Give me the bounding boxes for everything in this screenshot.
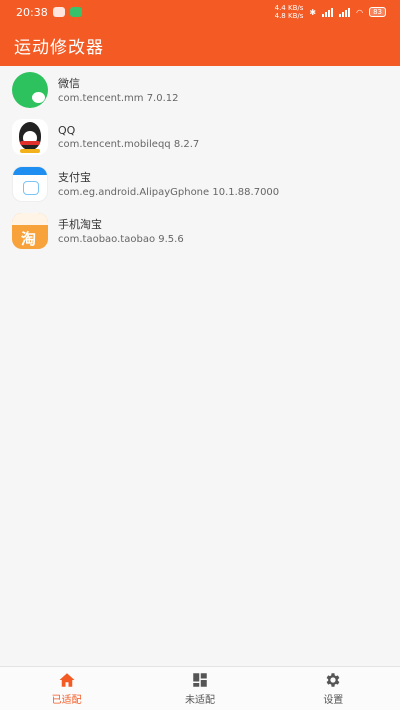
bluetooth-icon: ✱	[309, 7, 317, 17]
taobao-icon: 淘	[12, 212, 48, 249]
tab-settings[interactable]: 设置	[267, 667, 400, 710]
signal-icon-2	[339, 7, 351, 17]
tab-label: 未适配	[184, 695, 215, 706]
network-speed-up: 4.4 KB/s	[274, 4, 304, 12]
tab-label: 已适配	[51, 695, 82, 706]
app-name: 支付宝	[58, 171, 91, 184]
status-bar: 20:38 4.4 KB/s 4.8 KB/s ✱ ◠ 83	[0, 0, 400, 24]
list-item[interactable]: 微信 com.tencent.mm 7.0.12	[0, 66, 400, 113]
signal-icon	[322, 7, 334, 17]
app-package: com.tencent.mobileqq 8.2.7	[58, 138, 200, 150]
app-name: 手机淘宝	[58, 218, 102, 231]
page-title: 运动修改器	[14, 37, 104, 58]
list-item[interactable]: QQ com.tencent.mobileqq 8.2.7	[0, 113, 400, 160]
app-name: 微信	[58, 77, 80, 90]
bottom-nav: 已适配 未适配 设置	[0, 666, 400, 710]
status-time: 20:38	[16, 5, 48, 19]
notification-icon	[52, 7, 65, 17]
alipay-icon	[12, 165, 48, 202]
app-package: com.eg.android.AlipayGphone 10.1.88.7000	[58, 187, 280, 198]
grid-icon	[193, 673, 207, 687]
wechat-icon	[12, 71, 48, 108]
gear-icon	[326, 673, 340, 687]
qq-icon	[12, 118, 48, 155]
list-item[interactable]: 淘 手机淘宝 com.taobao.taobao 9.5.6	[0, 207, 400, 254]
battery-icon: 83	[369, 7, 386, 17]
tab-not-adapted[interactable]: 未适配	[133, 667, 266, 710]
app-package: com.tencent.mm 7.0.12	[58, 93, 179, 104]
network-speed: 4.4 KB/s 4.8 KB/s	[275, 4, 304, 20]
home-icon	[59, 673, 75, 687]
status-right: 4.4 KB/s 4.8 KB/s ✱ ◠ 83	[275, 4, 386, 20]
tab-label: 设置	[323, 695, 344, 706]
app-list: 微信 com.tencent.mm 7.0.12 QQ com.tencent.…	[0, 66, 400, 254]
status-left: 20:38	[16, 6, 82, 19]
network-speed-down: 4.8 KB/s	[274, 12, 304, 20]
wifi-icon: ◠	[356, 7, 364, 17]
app-package: com.taobao.taobao 9.5.6	[58, 234, 184, 245]
app-bar: 运动修改器	[0, 24, 400, 66]
tab-adapted[interactable]: 已适配	[0, 667, 133, 710]
list-item[interactable]: 支付宝 com.eg.android.AlipayGphone 10.1.88.…	[0, 160, 400, 207]
app-name: QQ	[58, 123, 76, 137]
app-notification-icon	[69, 7, 82, 17]
